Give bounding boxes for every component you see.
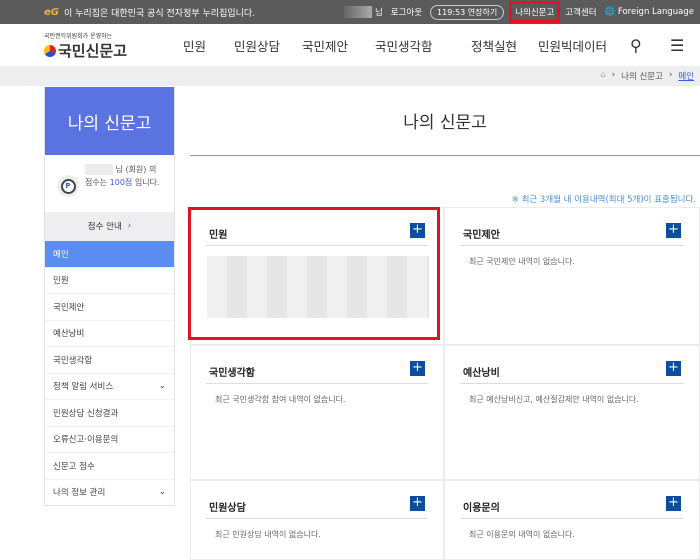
card-message: 최근 예산낭비신고, 예산절감제안 내역이 없습니다.: [469, 395, 639, 404]
customer-center-link[interactable]: 고객센터: [565, 6, 596, 18]
divider: [460, 245, 684, 246]
site-header: 국민권익위원회가 운영하는 국민신문고 민원 민원상담 국민제안 국민생각함 정…: [0, 24, 700, 66]
sidebar-menu: 메인민원국민제안예산낭비국민생각함정책 알림 서비스 ⌄ 민원상담 신청결과오류신고…: [45, 240, 174, 505]
divider: [460, 518, 684, 519]
user-name-blurred: [85, 164, 113, 175]
divider: [206, 518, 428, 519]
card-message: 최근 민원상담 내역이 없습니다.: [215, 530, 321, 539]
card-title: 이용문의: [463, 503, 500, 514]
home-icon[interactable]: ⌂: [600, 70, 605, 82]
sidebar-item-label: 정책 알림 서비스: [53, 382, 114, 393]
card-message: 최근 국민제안 내역이 없습니다.: [469, 257, 575, 266]
score-guide-button[interactable]: 점수 안내 ›: [45, 212, 174, 240]
sidebar-item-label: 예산낭비: [53, 329, 85, 340]
sidebar-item[interactable]: 나의 정보 관리 ⌄: [45, 478, 174, 506]
highlight-box: [188, 207, 440, 340]
plus-icon[interactable]: +: [410, 361, 425, 376]
plus-icon[interactable]: +: [666, 361, 681, 376]
sidebar-item-label: 나의 정보 관리: [53, 488, 106, 499]
logo-text: 국민신문고: [58, 42, 128, 60]
sidebar-item[interactable]: 예산낭비: [45, 319, 174, 347]
sidebar-item-label: 신문고 점수: [53, 461, 95, 472]
breadcrumb: ⌂ › 나의 신문고 › 메인: [600, 70, 694, 82]
globe-icon: 🌐: [604, 7, 616, 17]
history-card: 예산낭비 + 최근 예산낭비신고, 예산절감제안 내역이 없습니다.: [444, 345, 700, 480]
chevron-right-icon: ›: [611, 70, 616, 80]
sidebar: 나의 신문고 P 님 (회원) 의점수는 100점 입니다. 점수 안내 › 메인…: [44, 87, 175, 506]
nav-item[interactable]: 정책실현: [471, 36, 517, 55]
sidebar-item[interactable]: 신문고 점수: [45, 452, 174, 479]
nav-item[interactable]: 민원상담: [234, 36, 280, 55]
nav-item[interactable]: 민원빅데이터: [538, 36, 607, 55]
breadcrumb-bar: ⌂ › 나의 신문고 › 메인: [0, 66, 700, 86]
sidebar-item-label: 오류신고·이용문의: [53, 435, 119, 446]
chevron-down-icon: ⌄: [158, 487, 166, 498]
usage-notice: ※ 최근 3개월 내 이용내역(최대 5개)이 표출됩니다.: [511, 195, 696, 205]
sidebar-item-label: 국민제안: [53, 302, 85, 313]
user-suffix: 님: [374, 8, 383, 18]
sidebar-item[interactable]: 민원상담 신청결과: [45, 399, 174, 426]
chevron-right-icon: ›: [127, 221, 132, 231]
points-icon: P: [57, 175, 79, 197]
plus-icon[interactable]: +: [666, 496, 681, 511]
chevron-down-icon: ⌄: [158, 381, 166, 392]
user-name-blurred: [343, 6, 372, 18]
sidebar-title: 나의 신문고: [45, 87, 174, 155]
chevron-right-icon: ›: [668, 70, 673, 80]
card-title: 예산낭비: [463, 368, 500, 379]
profile-suffix: 님 (회원) 의: [115, 165, 157, 174]
divider: [460, 383, 684, 384]
sidebar-item[interactable]: 오류신고·이용문의: [45, 425, 174, 453]
card-title: 국민생각함: [209, 368, 255, 379]
breadcrumb-current[interactable]: 메인: [678, 70, 694, 82]
logo-mark-icon: [44, 44, 56, 57]
logout-link[interactable]: 로그아웃: [391, 6, 422, 18]
card-message: 최근 국민생각함 참여 내역이 없습니다.: [215, 395, 346, 404]
nav-item[interactable]: 민원: [183, 36, 206, 55]
search-icon[interactable]: ⚲: [630, 36, 642, 55]
sidebar-item-label: 민원상담 신청결과: [53, 408, 119, 419]
top-utility-bar: eG 이 누리집은 대한민국 공식 전자정부 누리집입니다. 님 로그아웃 11…: [0, 0, 700, 24]
egov-logo: eG: [44, 6, 59, 18]
sidebar-item[interactable]: 국민제안: [45, 293, 174, 320]
history-card: 국민제안 + 최근 국민제안 내역이 없습니다.: [444, 207, 700, 345]
history-card: 국민생각함 + 최근 국민생각함 참여 내역이 없습니다.: [190, 345, 444, 480]
gov-notice: eG 이 누리집은 대한민국 공식 전자정부 누리집입니다.: [44, 0, 255, 24]
score-prefix: 점수는: [85, 178, 108, 187]
breadcrumb-item[interactable]: 나의 신문고: [621, 70, 663, 82]
site-logo[interactable]: 국민권익위원회가 운영하는 국민신문고: [44, 31, 127, 61]
page-title: 나의 신문고: [403, 113, 487, 133]
sidebar-item[interactable]: 민원: [45, 266, 174, 294]
score-guide-label: 점수 안내: [87, 222, 122, 232]
foreign-language-link[interactable]: 🌐 Foreign Language: [605, 7, 694, 17]
history-card: 이용문의 + 최근 이용문의 내역이 없습니다.: [444, 480, 700, 560]
card-title: 민원상담: [209, 503, 246, 514]
score-suffix: 입니다.: [134, 178, 160, 187]
card-title: 국민제안: [463, 230, 500, 241]
logo-subtitle: 국민권익위원회가 운영하는: [44, 33, 113, 40]
my-sinmungo-link[interactable]: 나의신문고: [509, 1, 561, 23]
plus-icon[interactable]: +: [666, 223, 681, 238]
plus-icon[interactable]: +: [410, 496, 425, 511]
sidebar-item[interactable]: 정책 알림 서비스 ⌄: [45, 372, 174, 400]
session-extend-button[interactable]: 119:53 연장하기: [430, 4, 505, 20]
divider: [190, 155, 700, 156]
nav-item[interactable]: 국민생각함: [375, 36, 433, 55]
nav-item[interactable]: 국민제안: [302, 36, 348, 55]
score-value: 100점: [109, 178, 133, 187]
sidebar-item-label: 민원: [53, 276, 69, 287]
divider: [206, 383, 428, 384]
gov-notice-text: 이 누리집은 대한민국 공식 전자정부 누리집입니다.: [64, 8, 256, 19]
foreign-language-label: Foreign Language: [617, 7, 694, 17]
sidebar-item-label: 메인: [53, 249, 69, 260]
hamburger-icon[interactable]: ☰: [670, 36, 684, 55]
profile-summary: P 님 (회원) 의점수는 100점 입니다.: [45, 155, 174, 212]
sidebar-item-label: 국민생각함: [53, 355, 93, 366]
sidebar-item[interactable]: 국민생각함: [45, 346, 174, 373]
sidebar-item[interactable]: 메인: [45, 240, 174, 267]
history-card: 민원상담 + 최근 민원상담 내역이 없습니다.: [190, 480, 444, 560]
card-message: 최근 이용문의 내역이 없습니다.: [469, 530, 575, 539]
